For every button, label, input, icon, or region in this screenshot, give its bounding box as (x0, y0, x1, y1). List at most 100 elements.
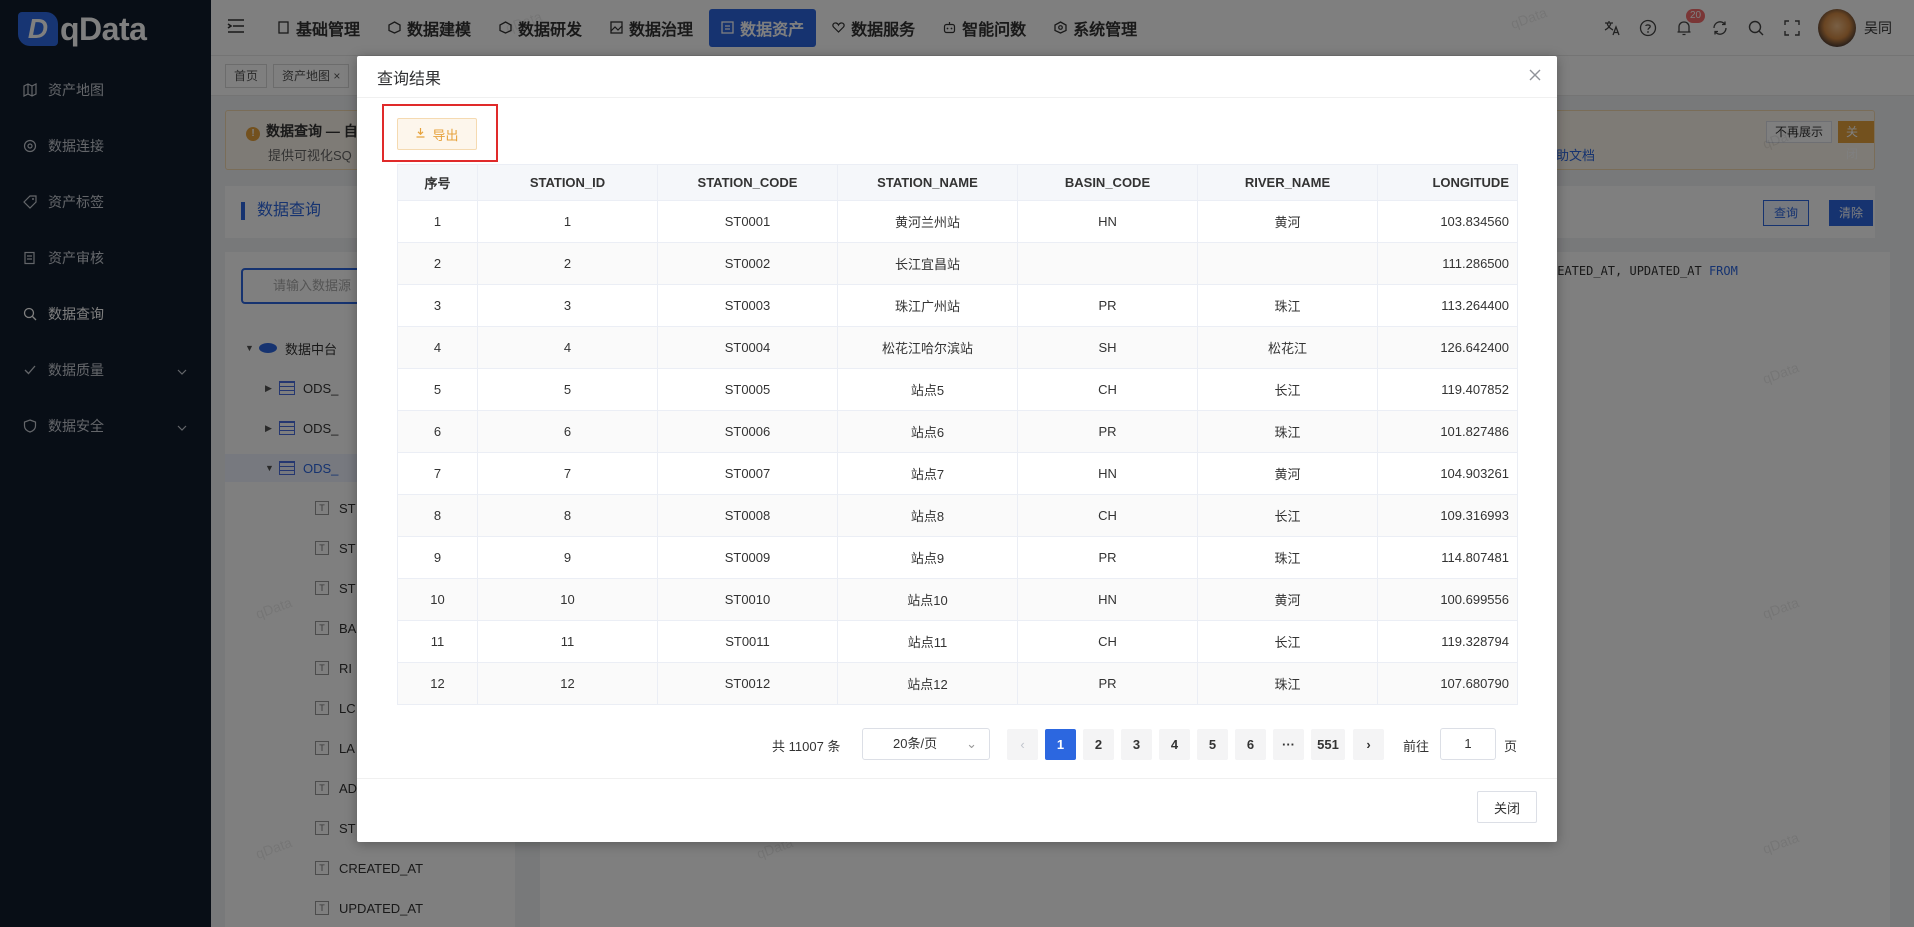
page-button[interactable]: 5 (1197, 729, 1228, 760)
column-header[interactable]: STATION_NAME (837, 164, 1018, 201)
column-header[interactable]: BASIN_CODE (1017, 164, 1198, 201)
goto-page-input[interactable]: 1 (1440, 728, 1496, 760)
table-cell: PR (1017, 536, 1198, 579)
table-cell: 8 (397, 494, 478, 537)
column-header[interactable]: LONGITUDE (1377, 164, 1518, 201)
column-header[interactable]: RIVER_NAME (1197, 164, 1378, 201)
table-row[interactable]: 1 1 ST0001 黄河兰州站 HN 黄河 103.834560 (397, 200, 1518, 243)
table-cell: CH (1017, 620, 1198, 663)
table-cell: ST0008 (657, 494, 838, 537)
goto-label: 前往 (1403, 739, 1430, 754)
pagination-total: 共 11007 条 (772, 739, 841, 754)
table-cell: ST0009 (657, 536, 838, 579)
table-row[interactable]: 6 6 ST0006 站点6 PR 珠江 101.827486 (397, 410, 1518, 453)
table-cell: 长江 (1197, 368, 1378, 411)
table-cell: 5 (397, 368, 478, 411)
table-cell: 3 (477, 284, 658, 327)
table-cell: CH (1017, 494, 1198, 537)
table-row[interactable]: 2 2 ST0002 长江宜昌站 111.286500 (397, 242, 1518, 285)
next-page-button[interactable]: › (1353, 729, 1384, 760)
table-cell: 9 (477, 536, 658, 579)
export-label: 导出 (432, 127, 459, 143)
table-cell: 长江宜昌站 (837, 242, 1018, 285)
close-button[interactable]: 关闭 (1477, 791, 1537, 823)
table-cell: 站点9 (837, 536, 1018, 579)
table-cell: 111.286500 (1377, 242, 1518, 285)
table-row[interactable]: 4 4 ST0004 松花江哈尔滨站 SH 松花江 126.642400 (397, 326, 1518, 369)
table-cell: 松花江 (1197, 326, 1378, 369)
table-row[interactable]: 5 5 ST0005 站点5 CH 长江 119.407852 (397, 368, 1518, 411)
column-header[interactable]: STATION_ID (477, 164, 658, 201)
table-cell: ST0005 (657, 368, 838, 411)
table-cell: 1 (477, 200, 658, 243)
export-button[interactable]: 导出 (397, 118, 477, 150)
table-row[interactable]: 3 3 ST0003 珠江广州站 PR 珠江 113.264400 (397, 284, 1518, 327)
table-cell (1197, 242, 1378, 285)
table-cell: 9 (397, 536, 478, 579)
table-cell: ST0001 (657, 200, 838, 243)
table-row[interactable]: 11 11 ST0011 站点11 CH 长江 119.328794 (397, 620, 1518, 663)
page-button[interactable]: 4 (1159, 729, 1190, 760)
table-cell: PR (1017, 410, 1198, 453)
table-cell: 站点5 (837, 368, 1018, 411)
dialog-footer: 关闭 (357, 778, 1557, 842)
pagination: 共 11007 条 20条/页 ⌄ ‹ 1 2 3 4 5 6 ··· 551 ›… (357, 724, 1557, 764)
table-cell: 站点10 (837, 578, 1018, 621)
table-cell: HN (1017, 578, 1198, 621)
table-cell: 11 (397, 620, 478, 663)
table-cell: 2 (397, 242, 478, 285)
table-body: 1 1 ST0001 黄河兰州站 HN 黄河 103.834560 2 2 ST0002 长江宜昌站… (397, 200, 1518, 705)
table-cell: 126.642400 (1377, 326, 1518, 369)
page-button[interactable]: 3 (1121, 729, 1152, 760)
chevron-down-icon: ⌄ (966, 736, 977, 751)
table-cell: 2 (477, 242, 658, 285)
page-button[interactable]: 1 (1045, 729, 1076, 760)
table-row[interactable]: 8 8 ST0008 站点8 CH 长江 109.316993 (397, 494, 1518, 537)
page-button[interactable]: 2 (1083, 729, 1114, 760)
more-pages-button[interactable]: ··· (1273, 729, 1304, 760)
table-row[interactable]: 9 9 ST0009 站点9 PR 珠江 114.807481 (397, 536, 1518, 579)
table-cell: 4 (477, 326, 658, 369)
table-cell: ST0004 (657, 326, 838, 369)
table-cell: 6 (477, 410, 658, 453)
column-header[interactable]: STATION_CODE (657, 164, 838, 201)
table-cell: 119.328794 (1377, 620, 1518, 663)
table-cell: ST0007 (657, 452, 838, 495)
table-cell: 珠江 (1197, 536, 1378, 579)
page-size-select[interactable]: 20条/页 ⌄ (862, 728, 990, 760)
table-cell: ST0011 (657, 620, 838, 663)
table-cell: 珠江 (1197, 284, 1378, 327)
table-cell: 100.699556 (1377, 578, 1518, 621)
page-button[interactable]: 6 (1235, 729, 1266, 760)
table-cell: 黄河 (1197, 452, 1378, 495)
table-cell: 站点6 (837, 410, 1018, 453)
table-cell: 站点8 (837, 494, 1018, 537)
table-cell: 1 (397, 200, 478, 243)
table-cell: 黄河兰州站 (837, 200, 1018, 243)
table-cell: HN (1017, 200, 1198, 243)
result-table-wrap: 序号 STATION_ID STATION_CODE STATION_NAME … (397, 164, 1518, 705)
page-button[interactable]: 551 (1311, 729, 1345, 760)
table-cell: ST0012 (657, 662, 838, 705)
download-icon (415, 127, 426, 141)
table-cell: 3 (397, 284, 478, 327)
table-row[interactable]: 10 10 ST0010 站点10 HN 黄河 100.699556 (397, 578, 1518, 621)
table-cell: ST0006 (657, 410, 838, 453)
table-cell: 5 (477, 368, 658, 411)
table-cell: 114.807481 (1377, 536, 1518, 579)
table-cell: 119.407852 (1377, 368, 1518, 411)
table-cell: 11 (477, 620, 658, 663)
table-cell: 4 (397, 326, 478, 369)
close-icon[interactable] (1529, 68, 1541, 86)
table-row[interactable]: 7 7 ST0007 站点7 HN 黄河 104.903261 (397, 452, 1518, 495)
table-cell: 10 (477, 578, 658, 621)
column-header[interactable]: 序号 (397, 164, 478, 201)
table-cell: 10 (397, 578, 478, 621)
table-cell: 7 (397, 452, 478, 495)
table-cell: 109.316993 (1377, 494, 1518, 537)
prev-page-button[interactable]: ‹ (1007, 729, 1038, 760)
table-cell (1017, 242, 1198, 285)
dialog-title: 查询结果 (377, 70, 442, 88)
table-row[interactable]: 12 12 ST0012 站点12 PR 珠江 107.680790 (397, 662, 1518, 705)
table-cell: PR (1017, 662, 1198, 705)
